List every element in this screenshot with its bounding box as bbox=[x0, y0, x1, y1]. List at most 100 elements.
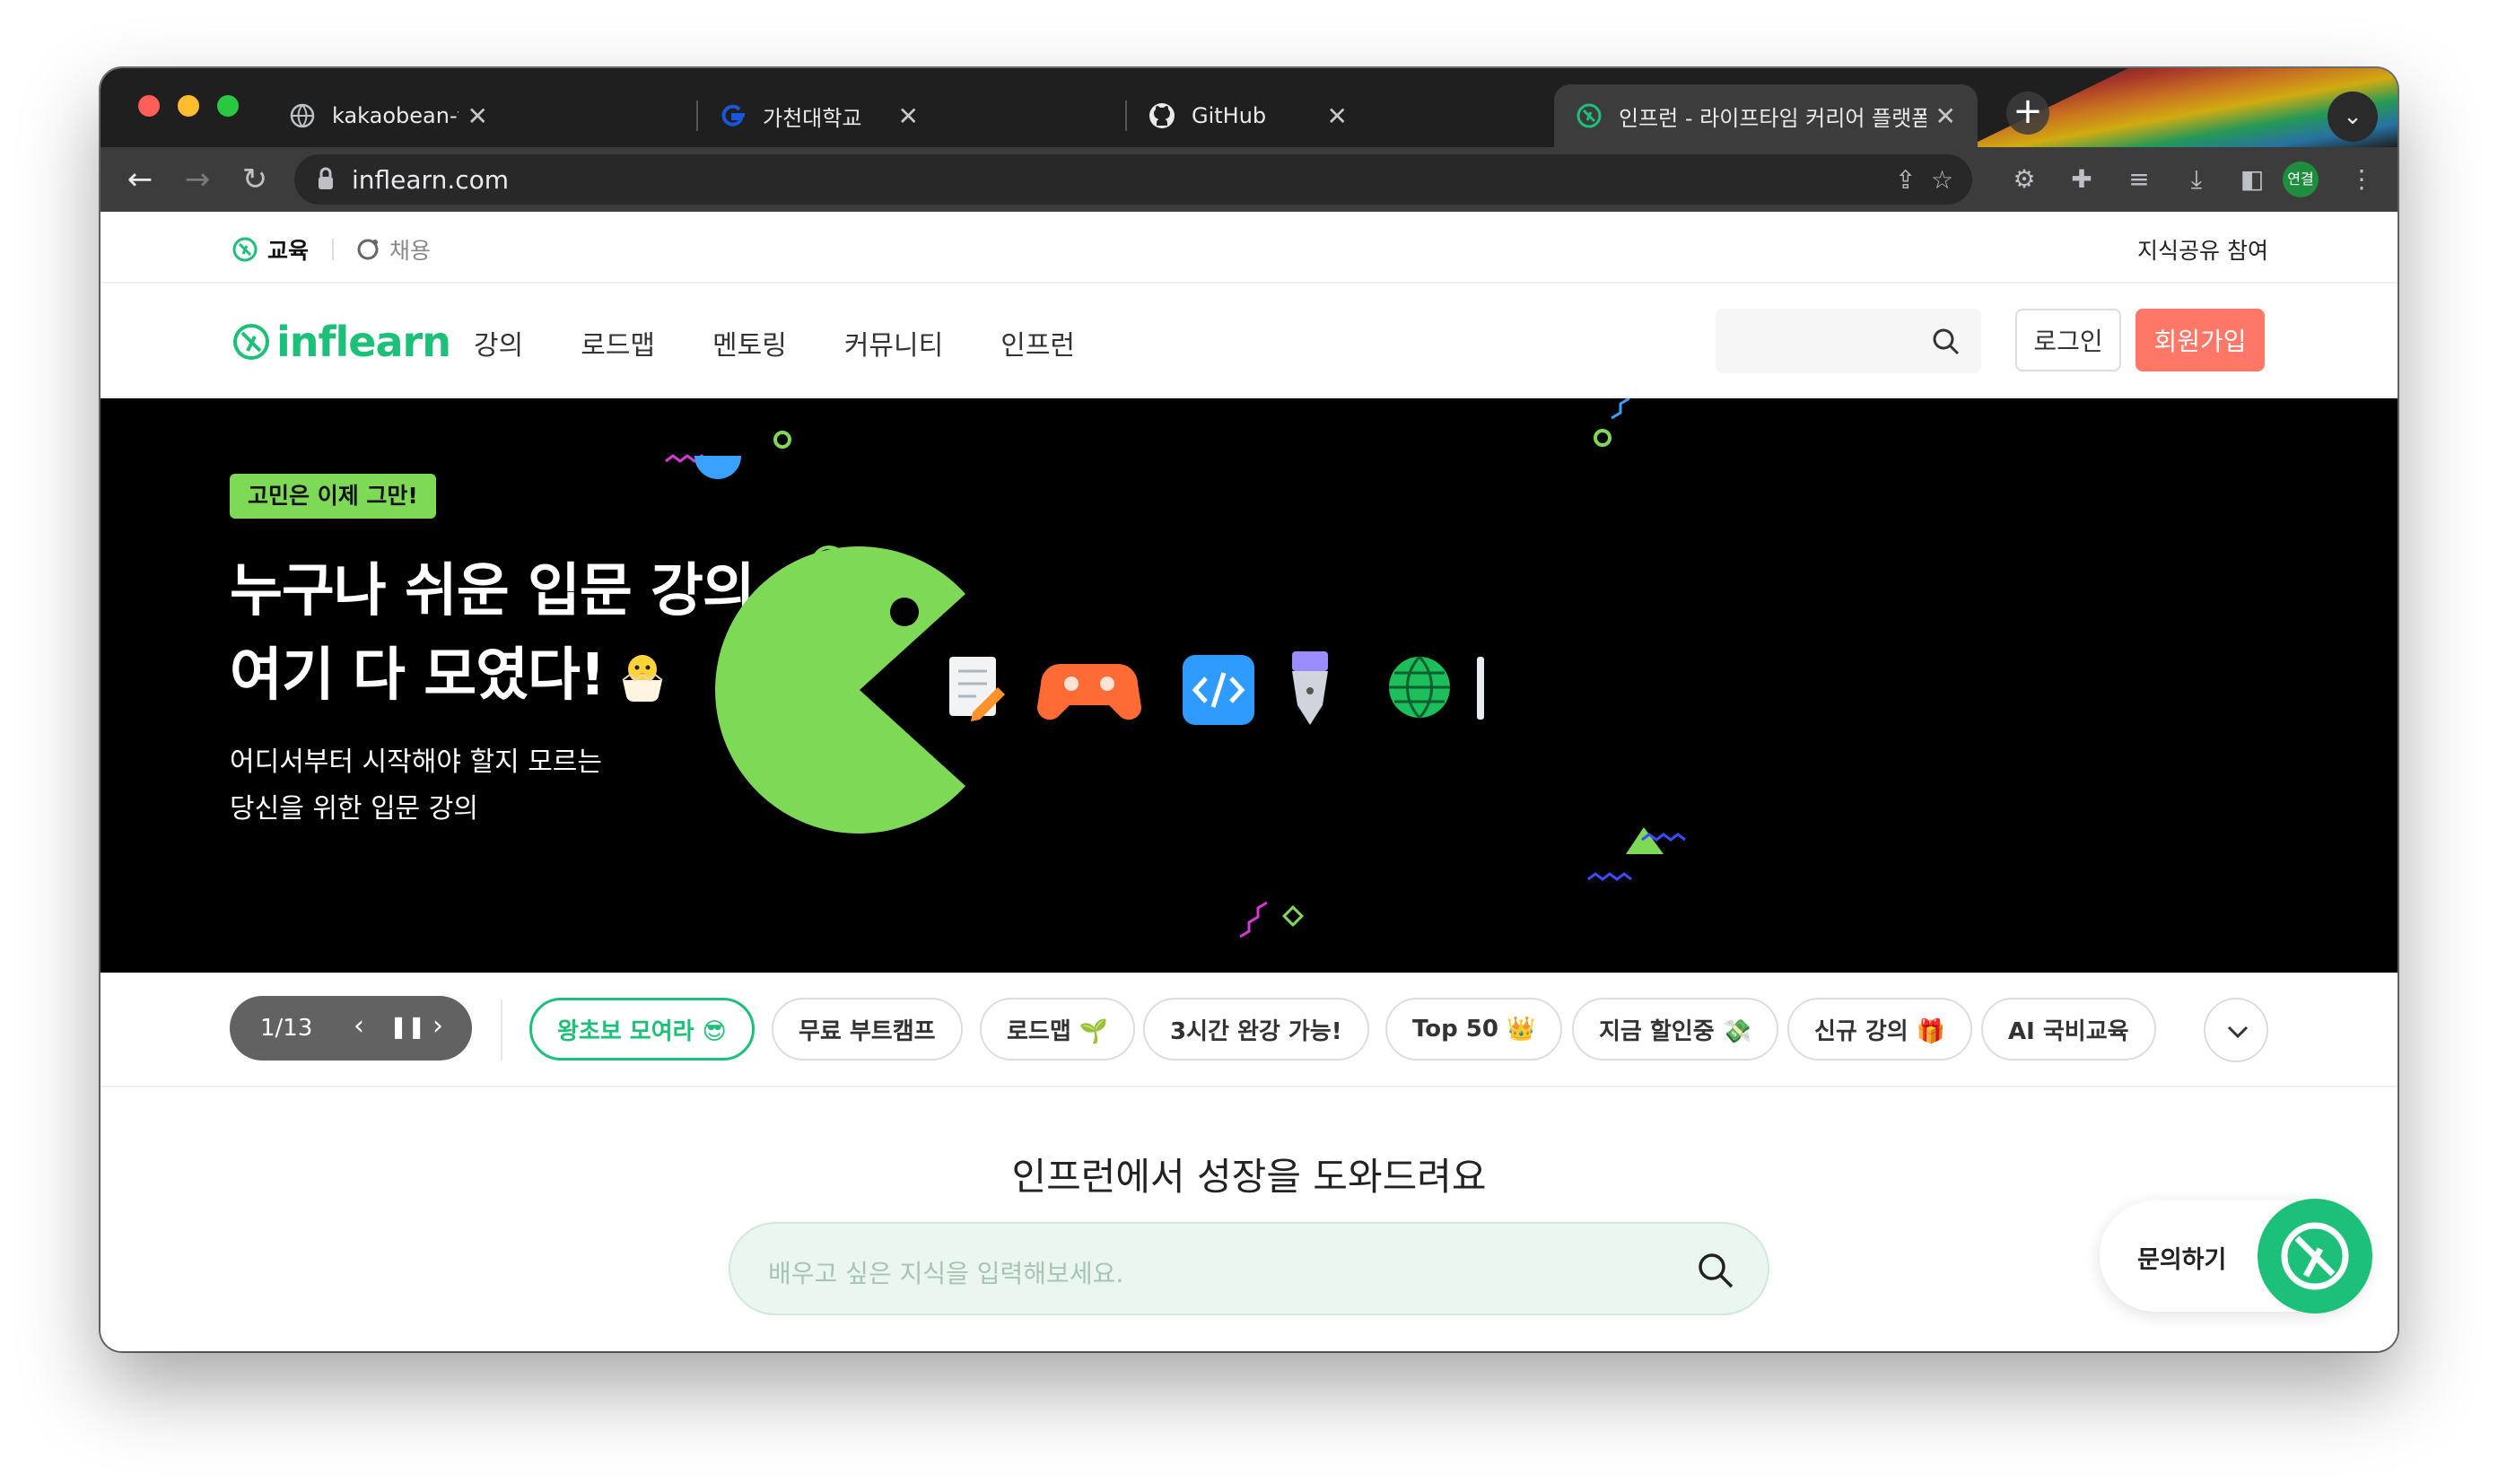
chip-roadmap[interactable]: 로드맵 🌱 bbox=[980, 998, 1136, 1061]
main-search-input[interactable]: 배우고 싶은 지식을 입력해보세요. bbox=[729, 1222, 1769, 1315]
close-tab-icon[interactable]: ✕ bbox=[898, 101, 919, 131]
back-button[interactable]: ← bbox=[120, 160, 160, 199]
ring-decoration bbox=[1594, 429, 1611, 447]
reload-button[interactable]: ↻ bbox=[235, 160, 275, 199]
main-nav: 강의 로드맵 멘토링 커뮤니티 인프런 bbox=[474, 323, 1075, 362]
slide-counter: 1/13 bbox=[260, 1015, 313, 1042]
maximize-window-button[interactable] bbox=[217, 95, 239, 117]
tab-title: GitHub bbox=[1192, 103, 1267, 128]
new-tab-button[interactable]: + bbox=[2006, 92, 2049, 135]
top-utility-bar: 교육 채용 지식공유 참여 bbox=[100, 212, 2398, 284]
chip-free-bootcamp[interactable]: 무료 부트캠프 bbox=[772, 998, 963, 1061]
chip-3hours[interactable]: 3시간 완강 가능! bbox=[1143, 998, 1369, 1061]
logo-wordmark: inflearn bbox=[276, 318, 451, 366]
forward-button[interactable]: → bbox=[178, 160, 217, 199]
expand-chips-button[interactable] bbox=[2204, 998, 2268, 1062]
profile-avatar[interactable]: 연결 bbox=[2283, 161, 2319, 197]
gachon-logo-icon bbox=[720, 102, 747, 129]
close-tab-icon[interactable]: ✕ bbox=[1935, 101, 1956, 131]
inflearn-leaf-icon bbox=[2281, 1222, 2349, 1290]
tab-search-button[interactable]: ⌄ bbox=[2328, 92, 2378, 142]
zigzag-decoration bbox=[1239, 901, 1268, 938]
login-button[interactable]: 로그인 bbox=[2015, 309, 2121, 371]
nav-inflearn[interactable]: 인프런 bbox=[1000, 323, 1075, 362]
close-tab-icon[interactable]: ✕ bbox=[467, 101, 488, 131]
inquiry-label: 문의하기 bbox=[2137, 1246, 2227, 1274]
inflearn-logo-icon bbox=[233, 324, 269, 360]
share-icon[interactable]: ⇪ bbox=[1895, 165, 1916, 195]
tab-kakaobean[interactable]: kakaobean-front ✕ bbox=[267, 84, 510, 147]
inquiry-circle bbox=[2258, 1199, 2372, 1314]
document-edit-icon bbox=[949, 657, 1005, 721]
hero-subtitle-line1: 어디서부터 시작해야 할지 모르는 bbox=[230, 746, 603, 778]
leaf-decoration bbox=[1626, 827, 1664, 854]
chevron-down-icon bbox=[2227, 1026, 2249, 1039]
signup-button[interactable]: 회원가입 bbox=[2136, 309, 2265, 371]
tab-gachon[interactable]: 가천대학교 ✕ bbox=[698, 84, 940, 147]
section-headline: 인프런에서 성장을 도와드려요 bbox=[1011, 1155, 1487, 1199]
minimize-window-button[interactable] bbox=[178, 95, 199, 117]
rallit-icon bbox=[357, 239, 379, 260]
download-icon[interactable]: ⤓ bbox=[2180, 163, 2213, 196]
search-icon[interactable] bbox=[1931, 327, 1961, 357]
lock-icon bbox=[319, 167, 333, 189]
hire-link[interactable]: 채용 bbox=[355, 233, 431, 266]
carousel-pager: 1/13 ‹ ❚❚ › bbox=[230, 996, 472, 1061]
divider bbox=[332, 239, 334, 260]
browser-toolbar: ← → ↻ inflearn.com ⇪ ☆ ⚙ ✚ ≡ ⤓ ◧ 연결 ⋮ bbox=[100, 147, 2398, 212]
zigzag-decoration bbox=[1611, 398, 1630, 420]
inflearn-logo[interactable]: inflearn bbox=[231, 318, 451, 366]
url-text: inflearn.com bbox=[352, 165, 510, 195]
hero-illustration bbox=[665, 398, 1686, 938]
chip-discount[interactable]: 지금 할인중 💸 bbox=[1572, 998, 1779, 1061]
chip-top50[interactable]: Top 50 👑 bbox=[1385, 998, 1563, 1061]
tab-title: 인프런 - 라이프타임 커리어 플랫폼 bbox=[1619, 105, 1926, 131]
prev-slide-icon[interactable]: ‹ bbox=[354, 1010, 364, 1042]
fountain-pen-icon bbox=[1292, 651, 1328, 725]
reading-list-icon[interactable]: ≡ bbox=[2123, 163, 2155, 196]
text-cursor-shape bbox=[1477, 657, 1484, 720]
inflearn-icon bbox=[1576, 102, 1603, 129]
header-search-input[interactable] bbox=[1716, 309, 1981, 373]
half-circle-decoration bbox=[694, 456, 741, 479]
edu-link[interactable]: 교육 bbox=[231, 233, 309, 266]
hero-banner[interactable]: 고민은 이제 그만! 누구나 쉬운 입문 강의 여기 다 모였다! 어디서부터 … bbox=[100, 398, 2398, 973]
squiggle-decoration bbox=[1587, 872, 1632, 881]
github-icon bbox=[1149, 102, 1175, 129]
knowledge-share-link[interactable]: 지식공유 참여 bbox=[2137, 233, 2268, 266]
next-slide-icon[interactable]: › bbox=[432, 1010, 443, 1042]
chip-beginners[interactable]: 왕초보 모여라 😎 bbox=[529, 998, 755, 1061]
tab-github[interactable]: GitHub ✕ bbox=[1127, 84, 1369, 147]
address-bar[interactable]: inflearn.com ⇪ ☆ bbox=[294, 154, 1972, 205]
carousel-category-bar: 1/13 ‹ ❚❚ › 왕초보 모여라 😎 무료 부트캠프 로드맵 🌱 3시간 … bbox=[100, 973, 2398, 1087]
nav-mentoring[interactable]: 멘토링 bbox=[712, 323, 787, 362]
divider bbox=[501, 1000, 502, 1061]
extension-devtools-icon[interactable]: ⚙ bbox=[2008, 163, 2040, 196]
webpage: 교육 채용 지식공유 참여 inflearn 강의 로드맵 멘토링 커뮤니티 인… bbox=[100, 212, 2398, 1351]
close-tab-icon[interactable]: ✕ bbox=[1327, 101, 1348, 131]
hero-subtitle: 어디서부터 시작해야 할지 모르는 당신을 위한 입문 강의 bbox=[230, 739, 602, 833]
hire-label: 채용 bbox=[389, 238, 432, 264]
inflearn-leaf-icon bbox=[232, 237, 258, 262]
globe-icon bbox=[289, 102, 316, 129]
menu-kebab-icon[interactable]: ⋮ bbox=[2345, 163, 2378, 196]
pacman-eye bbox=[890, 598, 919, 626]
nav-community[interactable]: 커뮤니티 bbox=[844, 323, 943, 362]
search-icon[interactable] bbox=[1696, 1251, 1735, 1290]
tab-inflearn[interactable]: 인프런 - 라이프타임 커리어 플랫폼 ✕ bbox=[1554, 84, 1978, 147]
nav-lectures[interactable]: 강의 bbox=[474, 323, 523, 362]
extensions-puzzle-icon[interactable]: ✚ bbox=[2066, 163, 2098, 196]
inquiry-button[interactable]: 문의하기 bbox=[2100, 1199, 2372, 1314]
chip-ai-national[interactable]: AI 국비교육 bbox=[1981, 998, 2156, 1061]
hero-badge: 고민은 이제 그만! bbox=[230, 474, 436, 519]
nav-roadmap[interactable]: 로드맵 bbox=[581, 323, 655, 362]
tab-title: 가천대학교 bbox=[763, 105, 862, 131]
tab-title: kakaobean-front bbox=[332, 103, 459, 128]
edu-label: 교육 bbox=[267, 238, 310, 264]
chip-new-lectures[interactable]: 신규 강의 🎁 bbox=[1787, 998, 1973, 1061]
side-panel-icon[interactable]: ◧ bbox=[2236, 163, 2268, 196]
main-header: inflearn 강의 로드맵 멘토링 커뮤니티 인프런 로그인 회원가입 bbox=[100, 284, 2398, 398]
pause-icon[interactable]: ❚❚ bbox=[389, 1014, 425, 1039]
close-window-button[interactable] bbox=[138, 95, 160, 117]
bookmark-star-icon[interactable]: ☆ bbox=[1931, 165, 1953, 195]
